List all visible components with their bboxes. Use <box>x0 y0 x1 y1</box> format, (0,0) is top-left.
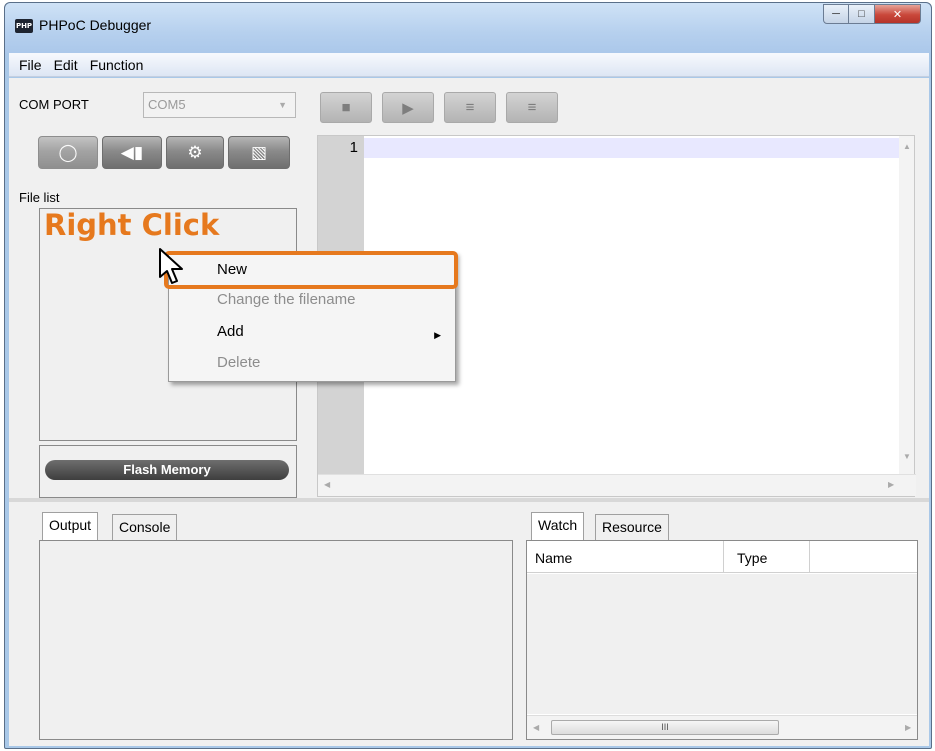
com-port-value: COM5 <box>148 97 186 112</box>
submenu-arrow-icon: ▶ <box>434 330 441 340</box>
plug-disconnect-icon: ◀▮ <box>120 142 144 162</box>
tab-watch-label: Watch <box>538 517 578 533</box>
output-panel[interactable] <box>39 540 513 740</box>
scroll-thumb[interactable]: III <box>551 720 779 735</box>
settings-button[interactable]: ⚙ <box>166 136 224 169</box>
run-button[interactable]: ▶ <box>382 92 434 123</box>
menu-item-add[interactable]: Add <box>217 323 244 340</box>
chevron-down-icon: ▼ <box>278 100 287 110</box>
column-name[interactable]: Name <box>535 550 572 566</box>
scroll-right-icon[interactable]: ▶ <box>888 480 894 489</box>
menu-item-delete: Delete <box>217 354 261 371</box>
tab-console-label: Console <box>119 519 171 535</box>
disconnect-button[interactable]: ◀▮ <box>102 136 162 169</box>
window-title: PHPoC Debugger <box>39 17 152 33</box>
scroll-thumb-grip: III <box>661 722 669 732</box>
play-icon: ▶ <box>402 99 414 117</box>
column-divider <box>723 541 724 573</box>
menu-bar: File Edit Function <box>9 53 929 77</box>
com-port-select[interactable]: COM5 ▼ <box>143 92 296 118</box>
title-bar[interactable]: PHP PHPoC Debugger ─ □ ✕ <box>5 3 931 53</box>
com-port-label: COM PORT <box>19 97 89 112</box>
tab-console[interactable]: Console <box>112 514 178 540</box>
gear-icon: ⚙ <box>187 142 203 162</box>
tab-output[interactable]: Output <box>42 512 99 540</box>
maximize-button[interactable]: □ <box>849 4 875 24</box>
window-controls: ─ □ ✕ <box>823 4 921 24</box>
menu-edit[interactable]: Edit <box>48 57 84 73</box>
step-over-button[interactable]: ≡ <box>444 92 496 123</box>
column-divider <box>809 541 810 573</box>
tab-resource[interactable]: Resource <box>595 514 669 540</box>
plug-connected-icon: ◯ <box>58 142 78 162</box>
app-icon: PHP <box>15 19 33 33</box>
watch-table-body <box>527 574 917 714</box>
scroll-up-icon[interactable]: ▲ <box>903 142 911 151</box>
scroll-left-icon[interactable]: ◀ <box>533 723 539 732</box>
step-into-button[interactable]: ≡ <box>506 92 558 123</box>
stop-button[interactable]: ■ <box>320 92 372 123</box>
watch-table-header: Name Type <box>527 541 917 573</box>
step-into-icon: ≡ <box>527 99 537 116</box>
scroll-down-icon[interactable]: ▼ <box>903 452 911 461</box>
menu-function[interactable]: Function <box>84 57 150 73</box>
vertical-scrollbar[interactable]: ▲ ▼ <box>899 136 914 474</box>
horizontal-splitter[interactable] <box>9 498 929 502</box>
tab-resource-label: Resource <box>602 519 662 535</box>
file-list-label: File list <box>19 190 60 205</box>
flash-memory-panel: Flash Memory <box>39 445 297 498</box>
horizontal-scrollbar[interactable]: ◀ ▶ <box>318 474 916 496</box>
tab-output-label: Output <box>49 517 92 533</box>
minimize-icon: ─ <box>832 8 840 20</box>
scroll-right-icon[interactable]: ▶ <box>905 723 911 732</box>
chip-upload-icon: ▧ <box>250 142 268 162</box>
scroll-left-icon[interactable]: ◀ <box>324 480 330 489</box>
minimize-button[interactable]: ─ <box>823 4 849 24</box>
watch-hscrollbar[interactable]: ◀ III ▶ <box>527 715 917 739</box>
new-item-highlight <box>164 251 458 289</box>
maximize-icon: □ <box>858 8 865 20</box>
tab-watch[interactable]: Watch <box>531 512 585 540</box>
connection-toolbar: ◯ ◀▮ ⚙ ▧ <box>38 136 290 169</box>
current-line-highlight <box>364 138 900 158</box>
close-icon: ✕ <box>892 8 903 21</box>
column-type[interactable]: Type <box>737 550 767 566</box>
debug-toolbar: ■ ▶ ≡ ≡ <box>320 92 558 123</box>
main-area: COM PORT COM5 ▼ ◯ ◀▮ ⚙ ▧ File list Flash… <box>9 78 929 746</box>
flash-memory-bar: Flash Memory <box>45 460 289 480</box>
connect-button[interactable]: ◯ <box>38 136 98 169</box>
step-over-icon: ≡ <box>465 99 475 116</box>
menu-file[interactable]: File <box>13 57 48 73</box>
watch-panel[interactable]: Name Type ◀ III ▶ <box>526 540 918 740</box>
app-window: PHP PHPoC Debugger ─ □ ✕ File Edit Funct… <box>4 2 932 749</box>
mouse-cursor-icon <box>159 248 183 284</box>
menu-item-change-filename: Change the filename <box>217 291 356 308</box>
close-button[interactable]: ✕ <box>875 4 921 24</box>
upload-button[interactable]: ▧ <box>228 136 290 169</box>
right-click-annotation: Right Click <box>44 208 220 242</box>
line-number: 1 <box>349 139 358 156</box>
stop-icon: ■ <box>341 99 351 116</box>
